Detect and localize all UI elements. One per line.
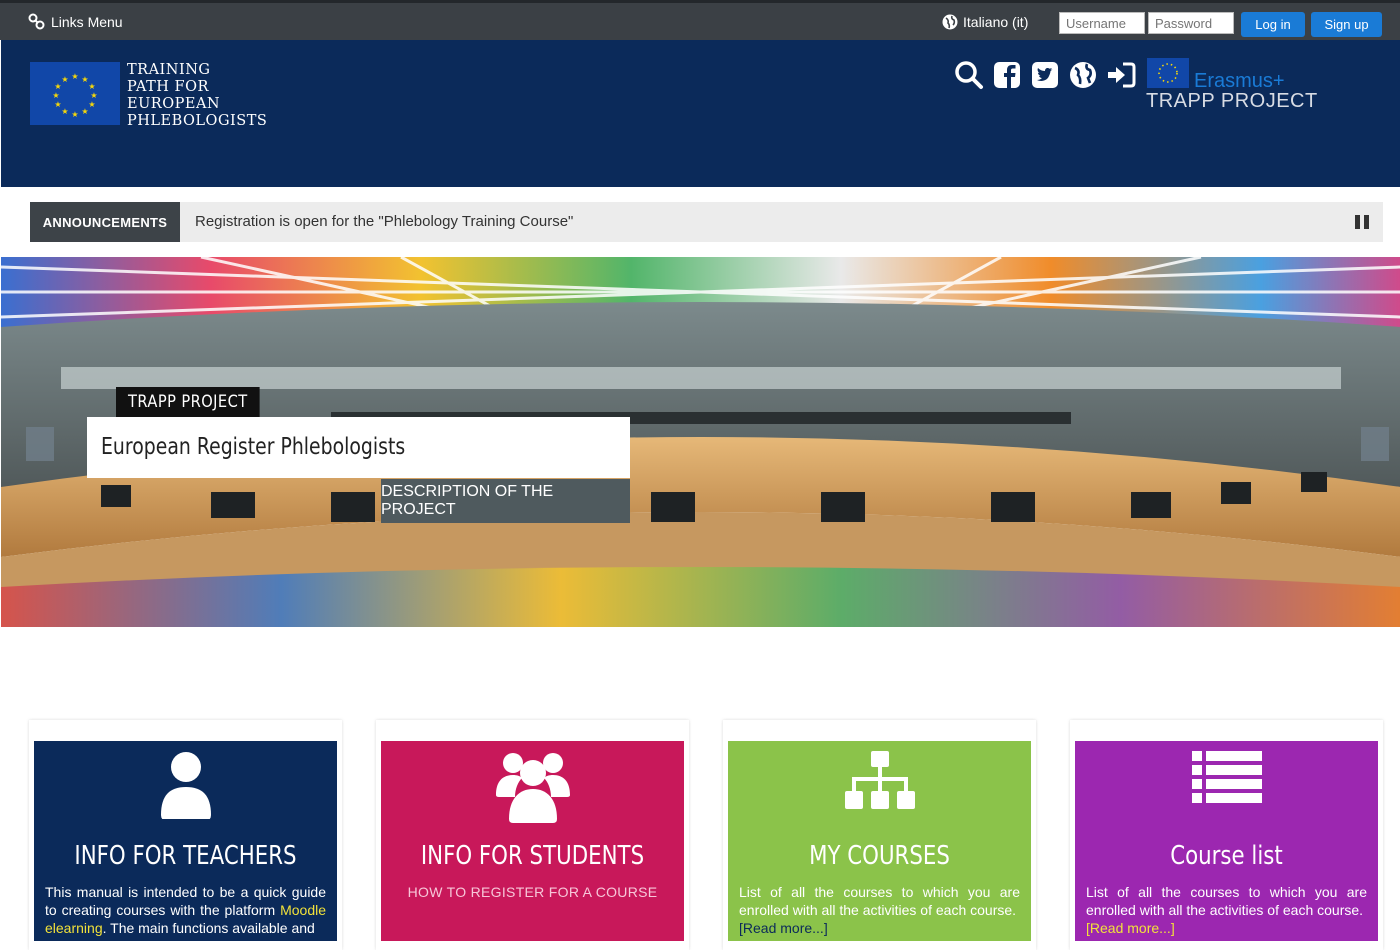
- pause-icon[interactable]: [1355, 215, 1369, 229]
- card-description: This manual is intended to be a quick gu…: [45, 883, 326, 937]
- hero-title-box: European Register Phlebologists: [87, 417, 630, 478]
- card-title: INFO FOR TEACHERS: [74, 841, 297, 871]
- user-icon: [34, 749, 337, 829]
- facebook-icon[interactable]: [992, 60, 1022, 90]
- svg-text:★: ★: [81, 107, 88, 116]
- card-courses-wrapper: MY COURSES List of all the courses to wh…: [723, 720, 1036, 950]
- slider-prev-button[interactable]: [26, 427, 54, 461]
- eu-flag-logo[interactable]: ★ ★ ★ ★ ★ ★ ★ ★ ★ ★ ★ ★: [30, 62, 120, 125]
- announcements-bar: ANNOUNCEMENTS Registration is open for t…: [30, 202, 1383, 242]
- twitter-icon[interactable]: [1030, 60, 1060, 90]
- hero-tag: TRAPP PROJECT: [116, 387, 260, 417]
- card-info-students[interactable]: INFO FOR STUDENTS HOW TO REGISTER FOR A …: [381, 741, 684, 941]
- language-label: Italiano (it): [963, 14, 1029, 30]
- card-text-part: List of all the courses to which you are…: [1086, 884, 1367, 918]
- site-header: ★ ★ ★ ★ ★ ★ ★ ★ ★ ★ ★ ★ TRAINING PATH FO…: [0, 40, 1400, 187]
- header-icon-bar: [954, 60, 1136, 90]
- links-menu[interactable]: Links Menu: [28, 13, 123, 30]
- register-course-link[interactable]: HOW TO REGISTER FOR A COURSE: [381, 884, 684, 900]
- logo-line: PATH FOR: [127, 79, 209, 95]
- hero-title: European Register Phlebologists: [101, 434, 406, 460]
- sitemap-icon: [728, 749, 1031, 829]
- svg-text:★: ★: [71, 72, 78, 81]
- password-input[interactable]: [1148, 12, 1234, 34]
- svg-text:★: ★: [61, 75, 68, 84]
- svg-text:★: ★: [52, 91, 59, 100]
- top-bar: Links Menu Italiano (it) Log in Sign up: [0, 0, 1400, 40]
- language-selector[interactable]: Italiano (it): [942, 14, 1028, 30]
- svg-text:★: ★: [54, 100, 61, 109]
- card-description: List of all the courses to which you are…: [739, 883, 1020, 937]
- login-icon[interactable]: [1106, 60, 1136, 90]
- link-icon: [28, 13, 45, 30]
- signup-button[interactable]: Sign up: [1311, 12, 1382, 37]
- logo-line: TRAINING: [127, 62, 211, 78]
- svg-text:★: ★: [71, 110, 78, 119]
- card-info-teachers[interactable]: INFO FOR TEACHERS This manual is intende…: [34, 741, 337, 941]
- svg-text:★: ★: [88, 100, 95, 109]
- logo-line: EUROPEAN: [127, 96, 221, 112]
- svg-text:★: ★: [88, 82, 95, 91]
- logo-line: PHLEBOLOGISTS: [127, 113, 268, 129]
- card-list-wrapper: Course list List of all the courses to w…: [1070, 720, 1383, 950]
- trapp-project-label: TRAPP PROJECT: [1146, 90, 1318, 112]
- hero-slider: TRAPP PROJECT European Register Phlebolo…: [0, 257, 1400, 627]
- username-input[interactable]: [1059, 12, 1145, 34]
- project-description-button[interactable]: DESCRIPTION OF THE PROJECT: [381, 479, 630, 523]
- globe-icon: [942, 14, 958, 30]
- card-title: INFO FOR STUDENTS: [420, 841, 645, 871]
- card-title: Course list: [1170, 841, 1283, 871]
- read-more-link[interactable]: [Read more...]: [739, 919, 1020, 937]
- svg-text:★: ★: [61, 107, 68, 116]
- slider-next-button[interactable]: [1361, 427, 1389, 461]
- links-menu-label: Links Menu: [51, 13, 123, 30]
- globe-icon[interactable]: [1068, 60, 1098, 90]
- card-my-courses[interactable]: MY COURSES List of all the courses to wh…: [728, 741, 1031, 941]
- card-text-part: List of all the courses to which you are…: [739, 884, 1020, 918]
- erasmus-flag-logo: [1147, 58, 1189, 88]
- card-description: List of all the courses to which you are…: [1086, 883, 1367, 937]
- card-students-wrapper: INFO FOR STUDENTS HOW TO REGISTER FOR A …: [376, 720, 689, 950]
- read-more-link[interactable]: [Read more...]: [1086, 919, 1367, 937]
- announcement-text[interactable]: Registration is open for the "Phlebology…: [195, 213, 573, 230]
- search-icon[interactable]: [954, 60, 984, 90]
- card-course-list[interactable]: Course list List of all the courses to w…: [1075, 741, 1378, 941]
- site-logo-text[interactable]: TRAINING PATH FOR EUROPEAN PHLEBOLOGISTS: [127, 62, 267, 130]
- card-text-part: . The main functions available and: [102, 920, 315, 936]
- list-icon: [1075, 749, 1378, 829]
- announcements-label: ANNOUNCEMENTS: [30, 202, 180, 242]
- users-icon: [381, 749, 684, 829]
- card-title: MY COURSES: [809, 841, 950, 871]
- svg-text:★: ★: [90, 91, 97, 100]
- card-teachers-wrapper: INFO FOR TEACHERS This manual is intende…: [29, 720, 342, 950]
- login-button[interactable]: Log in: [1241, 12, 1305, 37]
